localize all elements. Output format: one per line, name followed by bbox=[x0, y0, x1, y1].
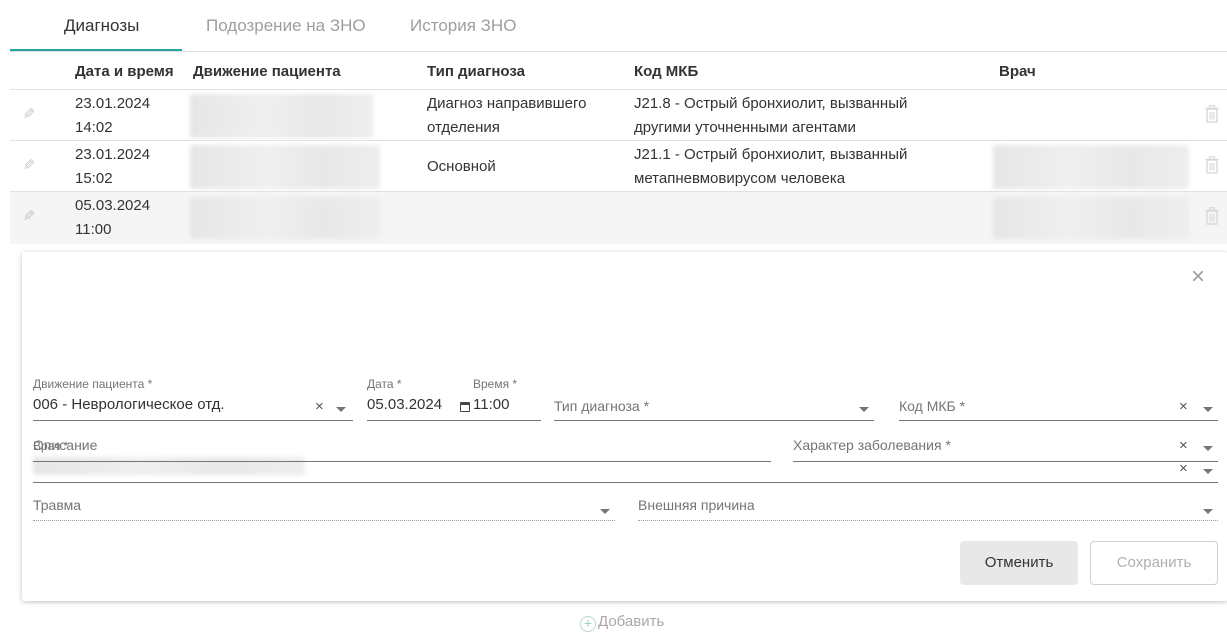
description-placeholder: Описание bbox=[33, 437, 98, 453]
row-time: 11:00 bbox=[75, 221, 112, 238]
row-mkb: J21.1 - Острый бронхиолит, вызванный bbox=[634, 146, 908, 163]
tab-zno-suspicion[interactable]: Подозрение на ЗНО bbox=[206, 16, 366, 36]
cancel-button[interactable]: Отменить bbox=[960, 541, 1078, 585]
chevron-down-icon[interactable] bbox=[600, 509, 610, 514]
row-time: 14:02 bbox=[75, 119, 113, 136]
chevron-down-icon[interactable] bbox=[1203, 446, 1213, 451]
table-header: Дата и время Движение пациента Тип диагн… bbox=[10, 52, 1227, 90]
trash-icon[interactable] bbox=[1205, 105, 1219, 123]
time-label: Время * bbox=[473, 377, 518, 391]
row-mkb-cont: метапневмовирусом человека bbox=[634, 170, 846, 187]
clear-icon[interactable]: × bbox=[1179, 398, 1188, 415]
diag-type-underline bbox=[554, 420, 874, 421]
add-button[interactable]: + Добавить bbox=[580, 613, 664, 632]
pencil-icon[interactable]: ✎ bbox=[21, 157, 37, 174]
tab-zno-history[interactable]: История ЗНО bbox=[410, 16, 516, 36]
disease-nature-placeholder: Характер заболевания * bbox=[793, 437, 951, 453]
doctor-underline bbox=[33, 482, 1218, 483]
plus-circle-icon: + bbox=[580, 616, 596, 632]
external-cause-underline bbox=[638, 520, 1218, 521]
datetime-underline bbox=[367, 420, 541, 421]
mkb-placeholder: Код МКБ * bbox=[899, 398, 966, 414]
add-label: Добавить bbox=[598, 613, 665, 630]
time-value: 11:00 bbox=[473, 396, 510, 413]
row-diag-type-cont: отделения bbox=[427, 119, 500, 136]
redacted-doctor bbox=[993, 197, 1189, 239]
redacted-movement bbox=[190, 94, 373, 138]
row-diag-type: Диагноз направившего bbox=[427, 95, 587, 112]
description-underline bbox=[33, 461, 771, 462]
row-mkb: J21.8 - Острый бронхиолит, вызванный bbox=[634, 95, 908, 112]
clear-icon[interactable]: × bbox=[1179, 460, 1188, 477]
diagnosis-edit-form: × Движение пациента * 006 - Неврологичес… bbox=[22, 252, 1227, 601]
save-button[interactable]: Сохранить bbox=[1090, 541, 1218, 585]
trauma-placeholder: Травма bbox=[33, 497, 82, 513]
table-row[interactable]: ✎ 23.01.2024 15:02 Основной J21.1 - Остр… bbox=[10, 141, 1227, 192]
row-date: 05.03.2024 bbox=[75, 197, 151, 214]
redacted-movement bbox=[190, 197, 380, 239]
calendar-icon[interactable] bbox=[460, 402, 470, 412]
row-date: 23.01.2024 bbox=[75, 95, 151, 112]
tab-bar: Диагнозы Подозрение на ЗНО История ЗНО bbox=[10, 0, 1227, 52]
column-header-mkb[interactable]: Код МКБ bbox=[634, 63, 698, 80]
movement-label: Движение пациента * bbox=[33, 377, 153, 391]
clear-icon[interactable]: × bbox=[315, 398, 324, 415]
redacted-doctor bbox=[993, 145, 1189, 189]
column-header-diag-type[interactable]: Тип диагноза bbox=[427, 63, 525, 80]
row-diag-type: Основной bbox=[427, 158, 496, 175]
close-icon[interactable]: × bbox=[1183, 262, 1213, 292]
date-value: 05.03.2024 bbox=[367, 396, 443, 413]
redacted-doctor-value bbox=[33, 457, 305, 475]
column-header-doctor[interactable]: Врач bbox=[999, 63, 1036, 80]
table-row[interactable]: ✎ 23.01.2024 14:02 Диагноз направившего … bbox=[10, 90, 1227, 141]
chevron-down-icon[interactable] bbox=[1203, 407, 1213, 412]
row-time: 15:02 bbox=[75, 170, 113, 187]
chevron-down-icon[interactable] bbox=[336, 407, 346, 412]
pencil-icon[interactable]: ✎ bbox=[21, 106, 37, 123]
trash-icon[interactable] bbox=[1205, 156, 1219, 174]
diagnoses-table: Дата и время Движение пациента Тип диагн… bbox=[10, 52, 1227, 244]
row-date: 23.01.2024 bbox=[75, 146, 151, 163]
pencil-icon[interactable]: ✎ bbox=[21, 208, 37, 225]
mkb-underline bbox=[899, 420, 1218, 421]
column-header-movement[interactable]: Движение пациента bbox=[193, 63, 341, 80]
movement-value: 006 - Неврологическое отд. bbox=[33, 396, 225, 413]
movement-underline bbox=[33, 420, 353, 421]
redacted-movement bbox=[190, 145, 380, 189]
trauma-underline bbox=[33, 520, 615, 521]
date-label: Дата * bbox=[367, 377, 402, 391]
chevron-down-icon[interactable] bbox=[1203, 469, 1213, 474]
column-header-datetime[interactable]: Дата и время bbox=[75, 63, 174, 80]
active-tab-indicator bbox=[10, 49, 182, 51]
chevron-down-icon[interactable] bbox=[859, 407, 869, 412]
table-row[interactable]: ✎ 05.03.2024 11:00 bbox=[10, 192, 1227, 244]
row-mkb-cont: другими уточненными агентами bbox=[634, 119, 856, 136]
external-cause-placeholder: Внешняя причина bbox=[638, 497, 755, 513]
clear-icon[interactable]: × bbox=[1179, 437, 1188, 454]
tab-diagnoses[interactable]: Диагнозы bbox=[64, 16, 139, 36]
diag-type-placeholder: Тип диагноза * bbox=[554, 398, 650, 414]
disease-nature-underline bbox=[793, 461, 1218, 462]
chevron-down-icon[interactable] bbox=[1203, 509, 1213, 514]
trash-icon[interactable] bbox=[1205, 207, 1219, 225]
